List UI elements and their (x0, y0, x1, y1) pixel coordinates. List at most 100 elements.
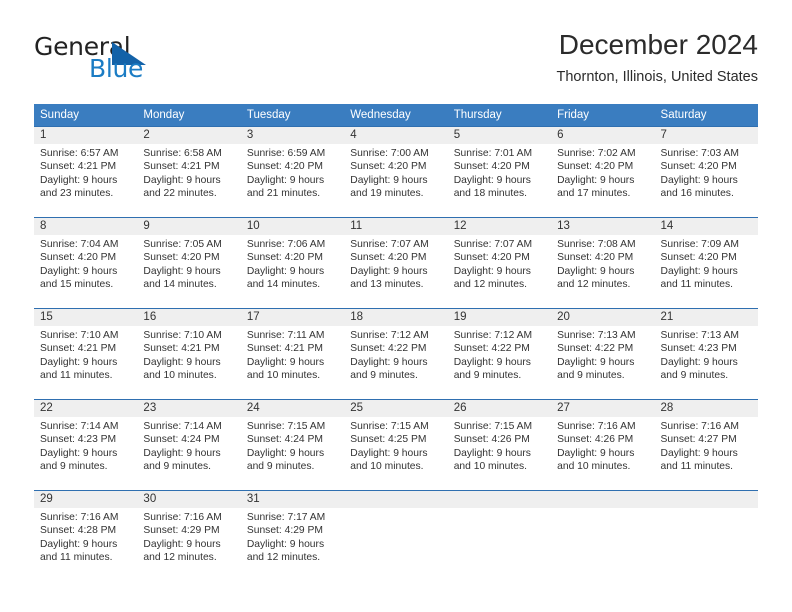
calendar-day-cell[interactable]: 18 Sunrise: 7:12 AM Sunset: 4:22 PM Dayligh… (344, 309, 448, 399)
calendar-day-cell[interactable]: 27 Sunrise: 7:16 AM Sunset: 4:26 PM Dayligh… (551, 400, 655, 490)
calendar-page: General Blue December 2024 Thornton, Ill… (0, 0, 792, 612)
daylight-text-line1: Daylight: 9 hours (660, 265, 738, 277)
day-number-band: 11 (344, 218, 448, 235)
sunset-text: Sunset: 4:20 PM (557, 252, 634, 264)
calendar-day-cell[interactable]: 15 Sunrise: 7:10 AM Sunset: 4:21 PM Dayligh… (34, 309, 138, 399)
day-number-band (447, 491, 552, 508)
sunset-text: Sunset: 4:20 PM (246, 252, 323, 264)
sunset-text: Sunset: 4:21 PM (143, 343, 220, 355)
logo-word-blue: Blue (89, 54, 144, 83)
sunrise-text: Sunrise: 7:14 AM (143, 421, 222, 432)
daylight-text-line1: Daylight: 9 hours (350, 447, 428, 459)
day-details: Sunrise: 7:06 AM Sunset: 4:20 PM Daylight:… (241, 235, 344, 292)
sunset-text: Sunset: 4:22 PM (557, 343, 634, 355)
calendar-day-cell[interactable]: 28 Sunrise: 7:16 AM Sunset: 4:27 PM Dayligh… (654, 400, 758, 490)
calendar-week-row: 8 Sunrise: 7:04 AM Sunset: 4:20 PM Daylight… (34, 217, 758, 308)
calendar-day-cell[interactable]: 5 Sunrise: 7:01 AM Sunset: 4:20 PM Daylight… (447, 127, 552, 217)
day-details: Sunrise: 6:58 AM Sunset: 4:21 PM Daylight:… (137, 144, 240, 201)
day-details: Sunrise: 7:16 AM Sunset: 4:26 PM Daylight:… (551, 417, 654, 474)
calendar-day-cell[interactable]: 14 Sunrise: 7:09 AM Sunset: 4:20 PM Dayligh… (654, 218, 758, 308)
day-number: 5 (453, 129, 461, 141)
calendar-week-row: 1 Sunrise: 6:57 AM Sunset: 4:21 PM Daylight… (34, 126, 758, 217)
day-number: 4 (350, 129, 357, 141)
day-details: Sunrise: 7:15 AM Sunset: 4:25 PM Daylight:… (344, 417, 447, 474)
daylight-text-line2: and 11 minutes. (660, 279, 734, 291)
day-number-band: 14 (654, 218, 758, 235)
daylight-text-line1: Daylight: 9 hours (40, 538, 118, 550)
calendar-day-cell[interactable]: 26 Sunrise: 7:15 AM Sunset: 4:26 PM Dayligh… (447, 400, 552, 490)
sunrise-text: Sunrise: 7:16 AM (143, 512, 222, 523)
calendar-day-cell[interactable]: 12 Sunrise: 7:07 AM Sunset: 4:20 PM Dayligh… (447, 218, 552, 308)
day-number: 19 (453, 311, 467, 323)
calendar-day-cell[interactable]: 24 Sunrise: 7:15 AM Sunset: 4:24 PM Dayligh… (240, 400, 345, 490)
sunrise-text: Sunrise: 7:12 AM (350, 330, 429, 341)
calendar-day-cell[interactable]: 30 Sunrise: 7:16 AM Sunset: 4:29 PM Dayligh… (137, 491, 241, 581)
day-number: 31 (246, 493, 260, 505)
day-details: Sunrise: 7:11 AM Sunset: 4:21 PM Daylight:… (241, 326, 344, 383)
day-number: 8 (40, 220, 47, 232)
day-number: 30 (143, 493, 157, 505)
calendar-day-cell[interactable]: 4 Sunrise: 7:00 AM Sunset: 4:20 PM Daylight… (344, 127, 448, 217)
calendar-day-cell[interactable]: 21 Sunrise: 7:13 AM Sunset: 4:23 PM Dayligh… (654, 309, 758, 399)
sunset-text: Sunset: 4:20 PM (350, 252, 427, 264)
sunset-text: Sunset: 4:20 PM (143, 252, 220, 264)
day-number-band: 28 (654, 400, 758, 417)
calendar-day-cell[interactable]: 17 Sunrise: 7:11 AM Sunset: 4:21 PM Dayligh… (240, 309, 345, 399)
day-number-band: 16 (137, 309, 241, 326)
calendar-day-cell[interactable]: 11 Sunrise: 7:07 AM Sunset: 4:20 PM Dayligh… (344, 218, 448, 308)
calendar-day-cell[interactable]: 10 Sunrise: 7:06 AM Sunset: 4:20 PM Dayligh… (240, 218, 345, 308)
calendar-day-cell[interactable]: 7 Sunrise: 7:03 AM Sunset: 4:20 PM Daylight… (654, 127, 758, 217)
calendar-day-cell[interactable]: 3 Sunrise: 6:59 AM Sunset: 4:20 PM Daylight… (240, 127, 345, 217)
day-number: 26 (453, 402, 467, 414)
daylight-text-line1: Daylight: 9 hours (557, 447, 635, 459)
day-details (551, 508, 654, 511)
sunrise-text: Sunrise: 7:02 AM (557, 148, 636, 159)
calendar-day-cell[interactable]: 16 Sunrise: 7:10 AM Sunset: 4:21 PM Dayligh… (137, 309, 241, 399)
day-number-band: 3 (240, 127, 345, 144)
day-number-band: 22 (34, 400, 138, 417)
day-number-band: 19 (447, 309, 552, 326)
daylight-text-line1: Daylight: 9 hours (246, 538, 325, 550)
daylight-text-line1: Daylight: 9 hours (40, 356, 118, 368)
sunset-text: Sunset: 4:28 PM (40, 525, 117, 537)
calendar-day-cell-empty (654, 491, 758, 581)
daylight-text-line2: and 12 minutes. (143, 552, 217, 564)
calendar-day-cell[interactable]: 6 Sunrise: 7:02 AM Sunset: 4:20 PM Daylight… (551, 127, 655, 217)
day-details: Sunrise: 6:59 AM Sunset: 4:20 PM Daylight:… (241, 144, 344, 201)
weekday-header-friday: Friday (557, 109, 590, 121)
sunset-text: Sunset: 4:20 PM (453, 252, 530, 264)
calendar-day-cell[interactable]: 22 Sunrise: 7:14 AM Sunset: 4:23 PM Dayligh… (34, 400, 138, 490)
day-details (344, 508, 447, 511)
calendar-day-cell[interactable]: 29 Sunrise: 7:16 AM Sunset: 4:28 PM Dayligh… (34, 491, 138, 581)
calendar-day-cell[interactable]: 19 Sunrise: 7:12 AM Sunset: 4:22 PM Dayligh… (447, 309, 552, 399)
page-title: December 2024 (558, 29, 758, 60)
day-number: 28 (660, 402, 674, 414)
day-number-band: 6 (551, 127, 655, 144)
weekday-header-monday: Monday (143, 109, 185, 121)
daylight-text-line1: Daylight: 9 hours (40, 265, 118, 277)
sunrise-text: Sunrise: 7:06 AM (246, 239, 326, 250)
daylight-text-line1: Daylight: 9 hours (40, 174, 118, 186)
calendar-day-cell[interactable]: 8 Sunrise: 7:04 AM Sunset: 4:20 PM Daylight… (34, 218, 138, 308)
sunrise-text: Sunrise: 7:07 AM (350, 239, 429, 250)
calendar-day-cell[interactable]: 25 Sunrise: 7:15 AM Sunset: 4:25 PM Dayligh… (344, 400, 448, 490)
sunrise-text: Sunrise: 7:04 AM (40, 239, 119, 250)
calendar-day-cell[interactable]: 31 Sunrise: 7:17 AM Sunset: 4:29 PM Dayligh… (240, 491, 345, 581)
day-number-band: 5 (447, 127, 552, 144)
daylight-text-line1: Daylight: 9 hours (557, 356, 635, 368)
calendar-day-cell[interactable]: 13 Sunrise: 7:08 AM Sunset: 4:20 PM Dayligh… (551, 218, 655, 308)
sunrise-text: Sunrise: 7:11 AM (246, 330, 325, 341)
day-number-band (344, 491, 448, 508)
weekday-header-thursday: Thursday (453, 109, 502, 121)
calendar-day-cell[interactable]: 20 Sunrise: 7:13 AM Sunset: 4:22 PM Dayligh… (551, 309, 655, 399)
calendar-day-cell[interactable]: 1 Sunrise: 6:57 AM Sunset: 4:21 PM Daylight… (34, 127, 138, 217)
day-number: 24 (246, 402, 260, 414)
calendar-day-cell[interactable]: 23 Sunrise: 7:14 AM Sunset: 4:24 PM Dayligh… (137, 400, 241, 490)
calendar-day-cell[interactable]: 2 Sunrise: 6:58 AM Sunset: 4:21 PM Daylight… (137, 127, 241, 217)
calendar-day-cell[interactable]: 9 Sunrise: 7:05 AM Sunset: 4:20 PM Daylight… (137, 218, 241, 308)
daylight-text-line2: and 9 minutes. (143, 461, 211, 473)
general-blue-logo[interactable]: General Blue (34, 32, 234, 88)
day-number-band (654, 491, 758, 508)
day-details: Sunrise: 7:09 AM Sunset: 4:20 PM Daylight:… (655, 235, 758, 292)
calendar-day-cell-empty (447, 491, 552, 581)
